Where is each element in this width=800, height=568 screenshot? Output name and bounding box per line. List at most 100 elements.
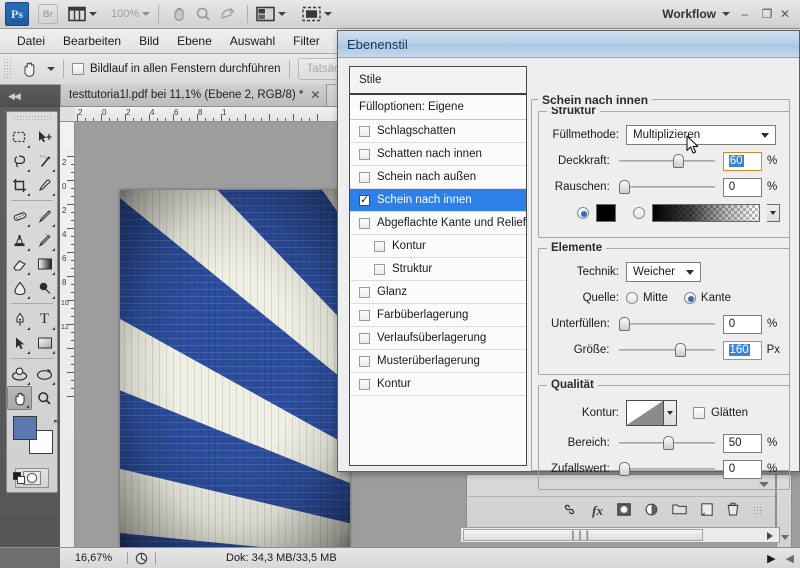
workflow-menu[interactable]: Workflow bbox=[662, 7, 734, 21]
glow-color-swatch[interactable] bbox=[596, 204, 617, 222]
checkbox-verlaufsueberlagerung[interactable] bbox=[359, 332, 370, 344]
clone-stamp-tool-icon[interactable] bbox=[7, 228, 32, 252]
bereich-slider-thumb[interactable] bbox=[662, 436, 674, 450]
style-item-abgeflachte-kante-und-relief[interactable]: Abgeflachte Kante und Relief bbox=[350, 212, 526, 235]
radio-quelle-kante[interactable] bbox=[683, 292, 696, 304]
checkbox-musterueberlagerung[interactable] bbox=[359, 355, 370, 367]
trash-icon[interactable] bbox=[727, 502, 739, 519]
healing-brush-tool-icon[interactable] bbox=[7, 204, 32, 228]
checkbox-schein-nach-innen[interactable] bbox=[359, 193, 370, 206]
unterfuellen-slider[interactable] bbox=[618, 317, 715, 331]
checkbox-schatten-nach-innen[interactable] bbox=[359, 148, 370, 160]
menu-ebene[interactable]: Ebene bbox=[168, 31, 221, 51]
unterfuellen-input[interactable]: 0 bbox=[722, 314, 762, 334]
toolbox-gripper[interactable] bbox=[13, 115, 51, 122]
panel-resize-grip[interactable] bbox=[753, 505, 763, 516]
deckkraft-input[interactable]: 60 bbox=[722, 151, 762, 171]
style-item-schein-nach-innen[interactable]: Schein nach innen bbox=[350, 189, 526, 212]
style-item-schein-nach-aussen[interactable]: Schein nach außen bbox=[350, 166, 526, 189]
menu-auswahl[interactable]: Auswahl bbox=[221, 31, 284, 51]
checkbox-glanz[interactable] bbox=[359, 286, 370, 298]
scroll-right-icon[interactable] bbox=[767, 532, 773, 540]
path-selection-tool-icon[interactable] bbox=[7, 331, 32, 355]
style-item-farbueberlagerung[interactable]: Farbüberlagerung bbox=[350, 304, 526, 327]
status-left-icon[interactable]: ◀ bbox=[786, 552, 794, 565]
scroll-all-windows-checkbox[interactable] bbox=[72, 63, 84, 75]
checkbox-struktur[interactable] bbox=[374, 263, 385, 275]
styles-list[interactable]: Stile Fülloptionen: Eigene Schlagschatte… bbox=[349, 66, 527, 466]
rotate-view-tool-icon[interactable] bbox=[215, 6, 239, 23]
style-item-verlaufsueberlagerung[interactable]: Verlaufsüberlagerung bbox=[350, 327, 526, 350]
screen-mode-menu[interactable] bbox=[302, 6, 333, 22]
style-item-kontur-bevel[interactable]: Kontur bbox=[350, 235, 526, 258]
document-canvas[interactable] bbox=[120, 190, 350, 547]
checkbox-abgeflachte-kante-und-relief[interactable] bbox=[359, 217, 370, 229]
type-tool-icon[interactable]: T bbox=[32, 307, 57, 331]
checkbox-kontur[interactable] bbox=[359, 378, 370, 390]
groesse-slider-thumb[interactable] bbox=[674, 343, 686, 357]
link-icon[interactable] bbox=[561, 504, 578, 518]
fx-icon[interactable]: fx bbox=[592, 503, 603, 519]
tool-preset-chevron-down-icon[interactable] bbox=[47, 67, 55, 71]
status-play-icon[interactable]: ▶ bbox=[767, 552, 775, 565]
bereich-slider[interactable] bbox=[618, 436, 715, 450]
rauschen-slider-thumb[interactable] bbox=[618, 180, 630, 194]
checkbox-schein-nach-aussen[interactable] bbox=[359, 171, 370, 183]
style-item-musterueberlagerung[interactable]: Musterüberlagerung bbox=[350, 350, 526, 373]
magic-wand-tool-icon[interactable] bbox=[32, 149, 57, 173]
crop-tool-icon[interactable] bbox=[7, 173, 32, 197]
zufallswert-input[interactable]: 0 bbox=[722, 459, 762, 479]
document-tab[interactable]: testtutoria1l.pdf bei 11,1% (Ebene 2, RG… bbox=[60, 84, 328, 106]
foreground-color-swatch[interactable] bbox=[13, 416, 37, 440]
fuellmethode-dropdown[interactable]: Multiplizieren bbox=[626, 125, 776, 145]
dialog-titlebar[interactable]: Ebenenstil bbox=[338, 31, 799, 58]
checkbox-kontur-bevel[interactable] bbox=[374, 240, 385, 252]
style-item-schatten-nach-innen[interactable]: Schatten nach innen bbox=[350, 143, 526, 166]
gradient-dropdown-icon[interactable] bbox=[767, 204, 780, 222]
group-icon[interactable] bbox=[672, 503, 687, 518]
minimize-button[interactable]: – bbox=[734, 4, 756, 24]
menu-bearbeiten[interactable]: Bearbeiten bbox=[54, 31, 130, 51]
view-extras-menu[interactable] bbox=[68, 6, 97, 22]
close-button[interactable]: ✕ bbox=[778, 4, 800, 24]
dodge-tool-icon[interactable] bbox=[32, 276, 57, 300]
glaetten-control[interactable]: Glätten bbox=[693, 407, 748, 419]
panel-scroll-down-icon[interactable] bbox=[781, 535, 789, 540]
3d-object-rotate-tool-icon[interactable] bbox=[7, 362, 32, 386]
eraser-tool-icon[interactable] bbox=[7, 252, 32, 276]
checkbox-schlagschatten[interactable] bbox=[359, 125, 370, 137]
pen-tool-icon[interactable] bbox=[7, 307, 32, 331]
deckkraft-slider[interactable] bbox=[618, 154, 715, 168]
marquee-tool-icon[interactable] bbox=[7, 125, 32, 149]
canvas-horizontal-scrollbar[interactable]: ▎▎▎ bbox=[460, 527, 780, 543]
menu-bild[interactable]: Bild bbox=[130, 31, 168, 51]
zoom-tool-icon[interactable] bbox=[191, 6, 215, 23]
style-item-schlagschatten[interactable]: Schlagschatten bbox=[350, 120, 526, 143]
kontur-preview[interactable] bbox=[626, 400, 664, 426]
new-layer-icon[interactable] bbox=[701, 502, 713, 519]
style-item-kontur[interactable]: Kontur bbox=[350, 373, 526, 396]
menu-datei[interactable]: Datei bbox=[8, 31, 54, 51]
shape-tool-icon[interactable] bbox=[32, 331, 57, 355]
deckkraft-slider-thumb[interactable] bbox=[672, 154, 684, 168]
zoom-tool-toolbox-icon[interactable] bbox=[32, 386, 57, 410]
glaetten-checkbox[interactable] bbox=[693, 407, 705, 419]
mask-icon[interactable] bbox=[617, 502, 631, 519]
lasso-tool-icon[interactable] bbox=[7, 149, 32, 173]
rauschen-input[interactable]: 0 bbox=[722, 177, 762, 197]
zufallswert-slider-thumb[interactable] bbox=[618, 462, 630, 476]
hand-tool-selected-icon[interactable] bbox=[7, 386, 32, 410]
rauschen-slider[interactable] bbox=[618, 180, 715, 194]
panel-collapse-bar[interactable]: ◀◀ bbox=[0, 85, 60, 107]
eyedropper-tool-icon[interactable] bbox=[32, 173, 57, 197]
hand-tool-icon[interactable] bbox=[167, 6, 191, 23]
current-tool-hand-icon[interactable] bbox=[17, 57, 43, 81]
document-tab-close-icon[interactable]: ✕ bbox=[310, 88, 320, 102]
menu-filter[interactable]: Filter bbox=[284, 31, 329, 51]
restore-button[interactable]: ❐ bbox=[756, 4, 778, 24]
bridge-icon[interactable]: Br bbox=[38, 4, 58, 24]
adjustment-icon[interactable] bbox=[645, 503, 658, 519]
preview-icon[interactable] bbox=[128, 551, 156, 565]
zoom-chevron-down-icon[interactable] bbox=[142, 12, 151, 16]
history-brush-tool-icon[interactable] bbox=[32, 228, 57, 252]
